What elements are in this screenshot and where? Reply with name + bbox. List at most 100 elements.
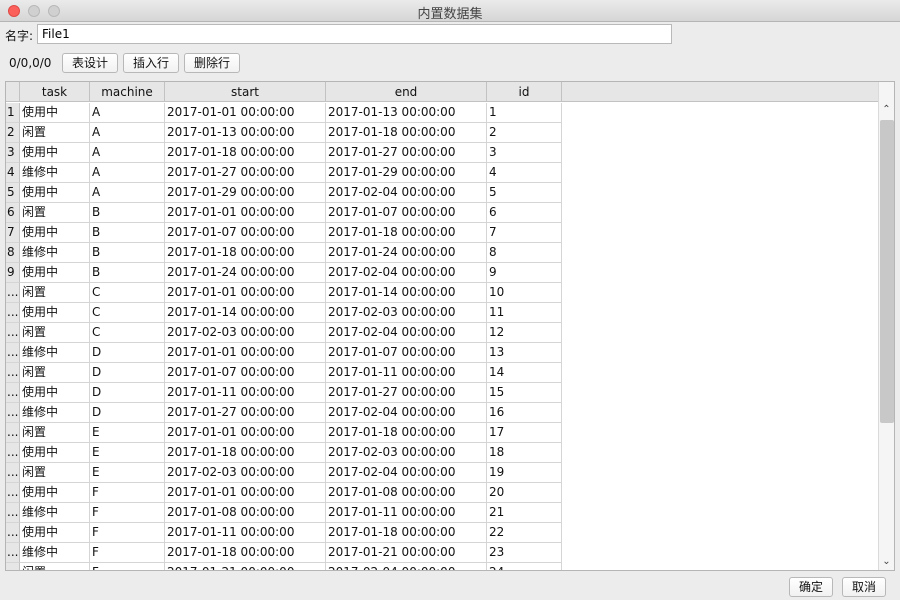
task-cell[interactable]: 维修中 bbox=[20, 163, 90, 183]
id-cell[interactable]: 5 bbox=[487, 183, 562, 203]
chevron-down-icon[interactable]: ⌄ bbox=[879, 554, 894, 570]
end-cell[interactable]: 2017-02-04 00:00:00 bbox=[326, 463, 487, 483]
start-cell[interactable]: 2017-01-21 00:00:00 bbox=[165, 563, 326, 570]
end-cell[interactable]: 2017-01-18 00:00:00 bbox=[326, 123, 487, 143]
task-cell[interactable]: 使用中 bbox=[20, 483, 90, 503]
task-cell[interactable]: 闲置 bbox=[20, 363, 90, 383]
end-cell[interactable]: 2017-01-27 00:00:00 bbox=[326, 143, 487, 163]
id-cell[interactable]: 15 bbox=[487, 383, 562, 403]
task-cell[interactable]: 使用中 bbox=[20, 143, 90, 163]
end-cell[interactable]: 2017-01-11 00:00:00 bbox=[326, 503, 487, 523]
id-cell[interactable]: 17 bbox=[487, 423, 562, 443]
row-number-cell[interactable]: ... bbox=[6, 503, 20, 523]
table-row[interactable]: 1 使用中 A 2017-01-01 00:00:00 2017-01-13 00:00… bbox=[6, 103, 562, 123]
table-row[interactable]: ... 闲置 E 2017-02-03 00:00:00 2017-02-04 00:0… bbox=[6, 463, 562, 483]
id-cell[interactable]: 1 bbox=[487, 103, 562, 123]
machine-cell[interactable]: A bbox=[90, 123, 165, 143]
start-cell[interactable]: 2017-01-24 00:00:00 bbox=[165, 263, 326, 283]
end-cell[interactable]: 2017-01-07 00:00:00 bbox=[326, 343, 487, 363]
column-header-id[interactable]: id bbox=[487, 82, 562, 102]
row-number-cell[interactable]: 7 bbox=[6, 223, 20, 243]
column-header-task[interactable]: task bbox=[20, 82, 90, 102]
id-cell[interactable]: 11 bbox=[487, 303, 562, 323]
end-cell[interactable]: 2017-01-29 00:00:00 bbox=[326, 163, 487, 183]
id-cell[interactable]: 16 bbox=[487, 403, 562, 423]
task-cell[interactable]: 使用中 bbox=[20, 263, 90, 283]
table-row[interactable]: ... 使用中 F 2017-01-11 00:00:00 2017-01-18 00:… bbox=[6, 523, 562, 543]
id-cell[interactable]: 12 bbox=[487, 323, 562, 343]
task-cell[interactable]: 使用中 bbox=[20, 523, 90, 543]
table-row[interactable]: 4 维修中 A 2017-01-27 00:00:00 2017-01-29 00:00… bbox=[6, 163, 562, 183]
end-cell[interactable]: 2017-01-11 00:00:00 bbox=[326, 363, 487, 383]
start-cell[interactable]: 2017-01-07 00:00:00 bbox=[165, 363, 326, 383]
machine-cell[interactable]: E bbox=[90, 443, 165, 463]
task-cell[interactable]: 使用中 bbox=[20, 383, 90, 403]
machine-cell[interactable]: E bbox=[90, 463, 165, 483]
table-row[interactable]: ... 使用中 C 2017-01-14 00:00:00 2017-02-03 00:… bbox=[6, 303, 562, 323]
end-cell[interactable]: 2017-02-03 00:00:00 bbox=[326, 303, 487, 323]
end-cell[interactable]: 2017-01-18 00:00:00 bbox=[326, 223, 487, 243]
start-cell[interactable]: 2017-01-18 00:00:00 bbox=[165, 443, 326, 463]
task-cell[interactable]: 使用中 bbox=[20, 103, 90, 123]
id-cell[interactable]: 9 bbox=[487, 263, 562, 283]
end-cell[interactable]: 2017-01-27 00:00:00 bbox=[326, 383, 487, 403]
start-cell[interactable]: 2017-01-01 00:00:00 bbox=[165, 103, 326, 123]
table-row[interactable]: ... 维修中 D 2017-01-27 00:00:00 2017-02-04 00:… bbox=[6, 403, 562, 423]
machine-cell[interactable]: D bbox=[90, 383, 165, 403]
table-row[interactable]: ... 闲置 E 2017-01-01 00:00:00 2017-01-18 00:0… bbox=[6, 423, 562, 443]
column-header-end[interactable]: end bbox=[326, 82, 487, 102]
table-row[interactable]: ...闲置F2017-01-21 00:00:002017-02-04 00:0… bbox=[6, 563, 562, 570]
table-row[interactable]: 5 使用中 A 2017-01-29 00:00:00 2017-02-04 00:00… bbox=[6, 183, 562, 203]
row-number-cell[interactable]: ... bbox=[6, 403, 20, 423]
start-cell[interactable]: 2017-01-11 00:00:00 bbox=[165, 523, 326, 543]
start-cell[interactable]: 2017-02-03 00:00:00 bbox=[165, 463, 326, 483]
end-cell[interactable]: 2017-02-04 00:00:00 bbox=[326, 323, 487, 343]
id-cell[interactable]: 24 bbox=[487, 563, 562, 570]
end-cell[interactable]: 2017-01-14 00:00:00 bbox=[326, 283, 487, 303]
start-cell[interactable]: 2017-01-01 00:00:00 bbox=[165, 343, 326, 363]
start-cell[interactable]: 2017-01-18 00:00:00 bbox=[165, 243, 326, 263]
id-cell[interactable]: 10 bbox=[487, 283, 562, 303]
machine-cell[interactable]: A bbox=[90, 183, 165, 203]
machine-cell[interactable]: F bbox=[90, 483, 165, 503]
id-cell[interactable]: 2 bbox=[487, 123, 562, 143]
id-cell[interactable]: 7 bbox=[487, 223, 562, 243]
start-cell[interactable]: 2017-01-29 00:00:00 bbox=[165, 183, 326, 203]
start-cell[interactable]: 2017-01-01 00:00:00 bbox=[165, 483, 326, 503]
start-cell[interactable]: 2017-01-08 00:00:00 bbox=[165, 503, 326, 523]
id-cell[interactable]: 23 bbox=[487, 543, 562, 563]
row-number-cell[interactable]: 6 bbox=[6, 203, 20, 223]
row-number-cell[interactable]: ... bbox=[6, 443, 20, 463]
machine-cell[interactable]: B bbox=[90, 203, 165, 223]
machine-cell[interactable]: C bbox=[90, 323, 165, 343]
row-number-cell[interactable]: 1 bbox=[6, 103, 20, 123]
row-number-cell[interactable]: ... bbox=[6, 483, 20, 503]
end-cell[interactable]: 2017-02-04 00:00:00 bbox=[326, 183, 487, 203]
row-number-cell[interactable]: ... bbox=[6, 363, 20, 383]
end-cell[interactable]: 2017-02-04 00:00:00 bbox=[326, 403, 487, 423]
task-cell[interactable]: 闲置 bbox=[20, 203, 90, 223]
end-cell[interactable]: 2017-01-08 00:00:00 bbox=[326, 483, 487, 503]
row-number-cell[interactable]: ... bbox=[6, 303, 20, 323]
id-cell[interactable]: 14 bbox=[487, 363, 562, 383]
row-number-cell[interactable]: 4 bbox=[6, 163, 20, 183]
end-cell[interactable]: 2017-01-21 00:00:00 bbox=[326, 543, 487, 563]
start-cell[interactable]: 2017-01-14 00:00:00 bbox=[165, 303, 326, 323]
start-cell[interactable]: 2017-01-13 00:00:00 bbox=[165, 123, 326, 143]
machine-cell[interactable]: E bbox=[90, 423, 165, 443]
task-cell[interactable]: 使用中 bbox=[20, 183, 90, 203]
start-cell[interactable]: 2017-01-07 00:00:00 bbox=[165, 223, 326, 243]
table-design-button[interactable]: 表设计 bbox=[62, 53, 118, 73]
task-cell[interactable]: 闲置 bbox=[20, 283, 90, 303]
row-number-cell[interactable]: 2 bbox=[6, 123, 20, 143]
start-cell[interactable]: 2017-01-27 00:00:00 bbox=[165, 163, 326, 183]
task-cell[interactable]: 使用中 bbox=[20, 303, 90, 323]
cancel-button[interactable]: 取消 bbox=[842, 577, 886, 597]
task-cell[interactable]: 闲置 bbox=[20, 123, 90, 143]
table-row[interactable]: 8 维修中 B 2017-01-18 00:00:00 2017-01-24 00:00… bbox=[6, 243, 562, 263]
column-header-machine[interactable]: machine bbox=[90, 82, 165, 102]
row-number-cell[interactable]: ... bbox=[6, 323, 20, 343]
ok-button[interactable]: 确定 bbox=[789, 577, 833, 597]
task-cell[interactable]: 使用中 bbox=[20, 223, 90, 243]
id-cell[interactable]: 20 bbox=[487, 483, 562, 503]
